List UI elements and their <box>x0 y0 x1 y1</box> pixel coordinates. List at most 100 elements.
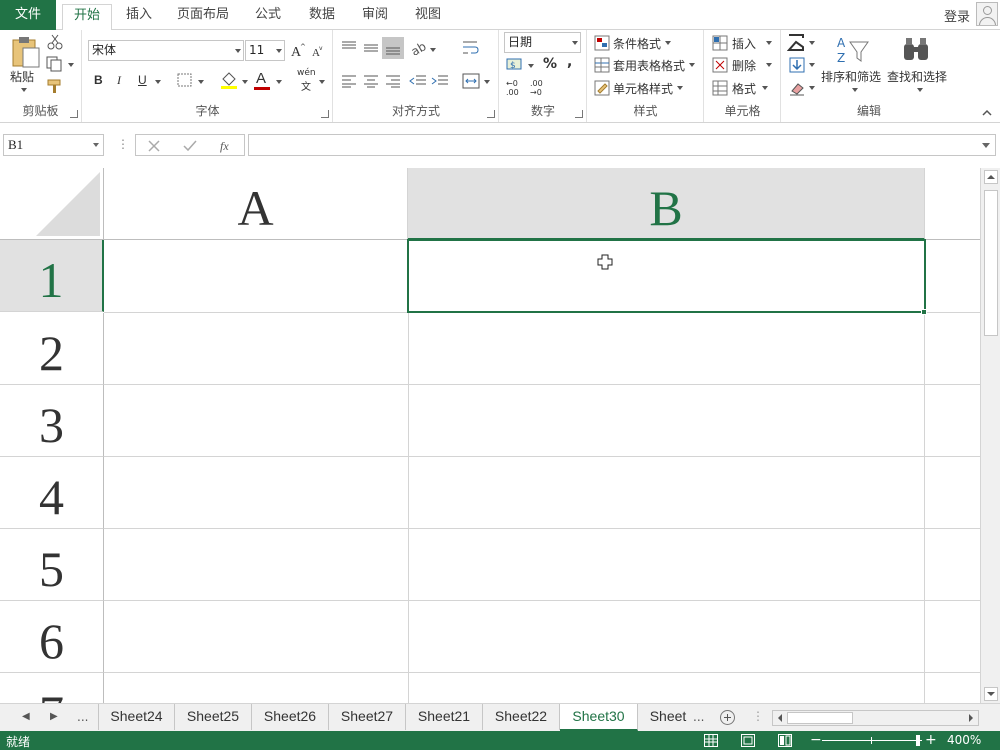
number-format-select[interactable]: 日期 <box>504 32 581 53</box>
delete-cells-caret[interactable] <box>766 63 772 67</box>
tab-formulas[interactable]: 公式 <box>250 4 286 30</box>
find-select-icon[interactable] <box>901 35 931 65</box>
alignment-launcher-icon[interactable] <box>487 110 495 118</box>
sheet-tab[interactable]: Sheet <box>638 704 698 730</box>
zoom-level[interactable]: 400% <box>947 733 981 747</box>
zoom-slider-thumb[interactable] <box>916 735 920 746</box>
sheet-ellipsis-left[interactable]: ... <box>77 710 88 724</box>
copy-icon[interactable] <box>46 56 64 72</box>
scroll-down-button[interactable] <box>984 687 998 701</box>
autosum-icon[interactable] <box>787 33 807 51</box>
bold-button[interactable]: B <box>94 73 103 87</box>
merge-dropdown-caret[interactable] <box>484 80 490 84</box>
autosum-caret[interactable] <box>809 41 815 45</box>
accounting-format-icon[interactable]: $ <box>506 56 526 72</box>
vertical-scrollbar[interactable] <box>980 168 1000 703</box>
format-as-table-icon[interactable] <box>594 57 610 73</box>
prev-sheet-icon[interactable]: ◀ <box>22 711 30 722</box>
tab-split-grip[interactable]: ⋮ <box>752 709 764 723</box>
find-select-label[interactable]: 查找和选择 <box>887 68 947 85</box>
percent-button[interactable]: % <box>543 56 557 72</box>
paste-icon[interactable] <box>10 36 40 68</box>
decrease-indent-icon[interactable] <box>409 74 427 88</box>
format-cells-label[interactable]: 格式 <box>732 80 756 97</box>
selected-cell-b1[interactable] <box>407 239 926 313</box>
format-as-table-label[interactable]: 套用表格格式 <box>613 57 685 74</box>
page-layout-view-icon[interactable] <box>741 734 755 747</box>
increase-font-icon[interactable]: A^ <box>290 42 306 58</box>
next-sheet-icon[interactable]: ▶ <box>50 711 58 722</box>
copy-dropdown-caret[interactable] <box>68 63 74 67</box>
cell-styles-icon[interactable] <box>594 80 610 96</box>
fill-color-dropdown-caret[interactable] <box>242 80 248 84</box>
zoom-slider[interactable] <box>822 740 922 741</box>
insert-cells-icon[interactable] <box>712 35 728 51</box>
align-top-icon[interactable] <box>341 40 357 54</box>
fill-caret[interactable] <box>809 63 815 67</box>
phonetic-bottom-text[interactable]: 文 <box>301 78 311 93</box>
insert-function-icon[interactable]: fx <box>219 138 235 154</box>
normal-view-icon[interactable] <box>704 734 718 747</box>
insert-cells-caret[interactable] <box>766 41 772 45</box>
orientation-icon[interactable]: ab <box>410 39 426 55</box>
increase-indent-icon[interactable] <box>431 74 449 88</box>
zoom-out-button[interactable]: − <box>810 731 822 749</box>
sort-filter-caret[interactable] <box>852 88 858 92</box>
conditional-format-icon[interactable] <box>594 35 610 51</box>
tab-data[interactable]: 数据 <box>303 4 341 30</box>
paste-dropdown-caret[interactable] <box>21 88 27 92</box>
underline-button[interactable]: U <box>138 73 147 87</box>
format-cells-icon[interactable] <box>712 80 728 96</box>
accounting-dropdown-caret[interactable] <box>528 64 534 68</box>
sheet-ellipsis-right[interactable]: ... <box>693 710 704 724</box>
font-color-button[interactable]: A <box>256 70 266 87</box>
clipboard-launcher-icon[interactable] <box>70 110 78 118</box>
sheet-tab[interactable]: Sheet25 <box>175 704 252 730</box>
sheet-tab-active[interactable]: Sheet30 <box>560 704 638 731</box>
row-header-2[interactable]: 2 <box>0 313 104 385</box>
align-bottom-icon[interactable] <box>382 37 404 59</box>
insert-cells-label[interactable]: 插入 <box>732 35 756 52</box>
delete-cells-label[interactable]: 删除 <box>732 57 756 74</box>
borders-icon[interactable] <box>177 73 193 87</box>
find-select-caret[interactable] <box>917 88 923 92</box>
sort-filter-icon[interactable]: AZ <box>836 34 870 66</box>
cancel-icon[interactable] <box>148 140 160 152</box>
decrease-decimal-icon[interactable]: .00→0 <box>530 78 548 96</box>
underline-dropdown-caret[interactable] <box>155 80 161 84</box>
font-color-dropdown-caret[interactable] <box>276 80 282 84</box>
align-middle-icon[interactable] <box>363 40 379 54</box>
decrease-font-icon[interactable]: Av <box>311 44 325 58</box>
delete-cells-icon[interactable] <box>712 57 728 73</box>
zoom-in-button[interactable]: + <box>925 731 937 749</box>
collapse-ribbon-icon[interactable] <box>982 108 992 118</box>
tab-page-layout[interactable]: 页面布局 <box>172 4 234 30</box>
vertical-scroll-thumb[interactable] <box>984 190 998 336</box>
conditional-format-label[interactable]: 条件格式 <box>613 35 661 52</box>
add-sheet-icon[interactable] <box>720 710 735 725</box>
formula-input[interactable] <box>248 134 996 156</box>
orientation-dropdown-caret[interactable] <box>430 48 436 52</box>
scroll-left-icon[interactable] <box>774 711 786 725</box>
worksheet-grid[interactable]: A B 1 2 3 4 5 6 7 <box>0 168 980 703</box>
paste-label[interactable]: 粘贴 <box>10 68 34 85</box>
sheet-tab[interactable]: Sheet22 <box>483 704 560 730</box>
cell-styles-caret[interactable] <box>677 86 683 90</box>
column-header-c[interactable] <box>925 168 980 240</box>
sheet-tab[interactable]: Sheet27 <box>329 704 406 730</box>
row-header-7[interactable]: 7 <box>0 673 104 703</box>
enter-icon[interactable] <box>183 140 197 152</box>
name-box[interactable]: B1 <box>3 134 104 156</box>
formula-bar-grip[interactable]: ⋮ <box>117 137 129 151</box>
phonetic-dropdown-caret[interactable] <box>319 80 325 84</box>
font-name-select[interactable]: 宋体 <box>88 40 244 61</box>
fill-icon[interactable] <box>789 57 805 73</box>
format-as-table-caret[interactable] <box>689 63 695 67</box>
row-header-5[interactable]: 5 <box>0 529 104 601</box>
format-cells-caret[interactable] <box>762 86 768 90</box>
increase-decimal-icon[interactable]: ←0.00 <box>506 78 524 96</box>
tab-review[interactable]: 审阅 <box>356 4 394 30</box>
avatar-icon[interactable] <box>976 2 998 26</box>
page-break-view-icon[interactable] <box>778 734 792 747</box>
clear-icon[interactable] <box>789 80 805 96</box>
